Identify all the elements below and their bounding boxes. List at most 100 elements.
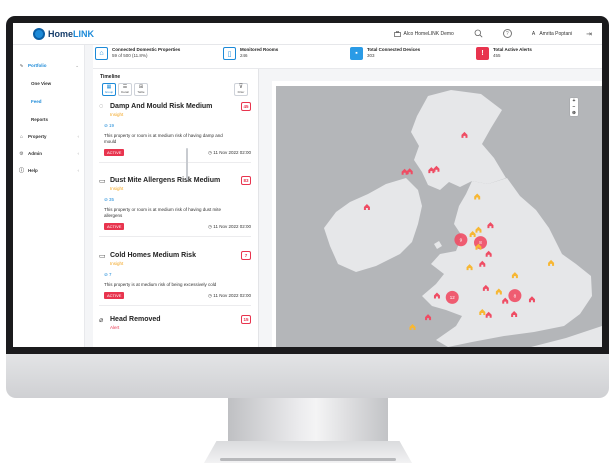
chevron-left-icon: ‹: [77, 168, 80, 173]
user-name: Amrita Poptani: [539, 30, 573, 37]
landmass-england-wales: [422, 178, 592, 347]
card-date-text: 11 Nov 2022 02:00: [213, 292, 251, 298]
map-panel: 9 8 12 8: [272, 81, 602, 347]
cluster-marker[interactable]: 8: [508, 289, 522, 303]
drop-icon: ◌: [99, 103, 104, 110]
warning-icon: !: [476, 47, 489, 60]
view-label: Group: [104, 90, 114, 94]
status-badge: ACTIVE: [104, 292, 125, 299]
app-screen: HomeLINK Alco HomeLINK Demo ? A Amrita P…: [13, 23, 602, 347]
sidebar-item-feed[interactable]: Feed: [13, 92, 84, 110]
chevron-left-icon: ‹: [77, 151, 80, 156]
stat-monitored-rooms[interactable]: ▯ Monitored Rooms 246: [223, 47, 278, 60]
stat-value: 303: [367, 53, 375, 58]
card-title: Cold Homes Medium Risk: [110, 252, 196, 259]
group-view-button[interactable]: ▦ Group: [102, 83, 116, 96]
sidebar-item-reports[interactable]: Reports: [13, 110, 84, 128]
alert-house-marker[interactable]: [401, 168, 408, 175]
stat-title: Total Active Alerts: [493, 47, 532, 52]
timeline-scrollbar[interactable]: [186, 148, 188, 180]
cluster-marker[interactable]: 12: [445, 290, 459, 304]
zoom-control: + − ⊕: [570, 98, 578, 116]
timeline-card[interactable]: ▭ Dust Mite Allergens Risk Medium 83 Ins…: [99, 176, 251, 237]
cluster-marker[interactable]: 9: [454, 233, 468, 247]
stats-bar: ⌂ Connected Domestic Properties 59 of 50…: [93, 45, 602, 69]
view-label: Detail: [121, 90, 129, 94]
detail-view-button[interactable]: ☰ Detail: [118, 83, 132, 96]
gear-icon: ⚙: [19, 150, 24, 157]
door-icon: ▯: [223, 47, 236, 60]
filter-label: Filter: [237, 90, 245, 94]
card-property-link[interactable]: ⊘ 7: [104, 272, 251, 278]
logo-link: LINK: [73, 28, 95, 39]
search-icon[interactable]: [474, 29, 483, 38]
house-icon: ⌂: [95, 47, 108, 60]
card-title: Damp And Mould Risk Medium: [110, 103, 213, 110]
card-count[interactable]: 7: [241, 251, 251, 260]
filter-button[interactable]: ⊽ Filter: [234, 83, 248, 96]
timeline-card[interactable]: ◌ Damp And Mould Risk Medium 45 Insight …: [99, 102, 251, 163]
alert-house-marker[interactable]: [425, 314, 432, 321]
card-type: Insight: [110, 186, 124, 191]
card-property-count: 19: [109, 123, 115, 128]
card-property-link[interactable]: ⊘ 19: [104, 123, 251, 129]
homelink-logo[interactable]: HomeLINK: [33, 27, 95, 40]
card-date: ◷ 11 Nov 2022 02:00: [208, 223, 251, 229]
card-count[interactable]: 15: [241, 315, 251, 324]
timeline-card[interactable]: ▭ Cold Homes Medium Risk 7 Insight ⊘ 7 T…: [99, 251, 251, 306]
card-date-text: 11 Nov 2022 02:00: [213, 149, 251, 155]
card-count[interactable]: 83: [241, 176, 251, 185]
sidebar-item-help[interactable]: ⓘ Help ‹: [13, 162, 84, 179]
stat-connected-devices[interactable]: ▪ Total Connected Devices 303: [350, 47, 420, 60]
card-description: This property or room is at medium risk …: [104, 133, 223, 144]
card-date: ◷ 11 Nov 2022 02:00: [208, 292, 251, 298]
chevron-down-icon: ⌄: [75, 62, 79, 68]
landmass-isle-of-man: [434, 241, 442, 249]
sidebar-item-property[interactable]: ⌂ Property ‹: [13, 128, 84, 145]
sidebar-item-label: Admin: [28, 151, 42, 156]
timeline-panel: Timeline ▦ Group ☰ Detail ⊞ Table ⊽ Filter ◌…: [93, 69, 259, 347]
stat-title: Total Connected Devices: [367, 47, 421, 52]
sidebar-item-admin[interactable]: ⚙ Admin ‹: [13, 145, 84, 162]
card-type: Insight: [110, 261, 124, 266]
cluster-count: 12: [450, 295, 456, 300]
bed-icon: ▭: [99, 177, 106, 185]
monitor-stand: [228, 398, 388, 444]
status-badge: ACTIVE: [104, 149, 125, 156]
logout-icon[interactable]: ⇥: [586, 30, 592, 38]
sidebar-item-label: Help: [28, 168, 38, 173]
stat-title: Monitored Rooms: [240, 47, 279, 52]
map-canvas[interactable]: 9812 8: [276, 86, 602, 347]
insight-house-marker[interactable]: [409, 323, 416, 330]
logo-home: Home: [48, 28, 74, 39]
device-icon: ▪: [350, 47, 363, 60]
sidebar-item-portfolio[interactable]: ∿ Portfolio ⌄: [13, 57, 84, 74]
organisation-selector[interactable]: Alco HomeLINK Demo: [393, 30, 454, 37]
stat-connected-properties[interactable]: ⌂ Connected Domestic Properties 59 of 50…: [95, 47, 180, 60]
sidebar-item-one-view[interactable]: One View: [13, 74, 84, 92]
timeline-card[interactable]: ⌀ Head Removed 15 Alert: [99, 315, 251, 330]
card-count[interactable]: 45: [241, 102, 251, 111]
landmass-scotland: [411, 90, 506, 190]
reset-view-button[interactable]: ⊕: [570, 110, 578, 116]
map[interactable]: 9 8 12 8: [276, 86, 602, 347]
monitor-foot-edge: [220, 458, 396, 461]
sidebar: ∿ Portfolio ⌄ One View Feed Reports ⌂ Pr…: [13, 45, 85, 347]
view-label: Table: [137, 90, 145, 94]
card-property-link[interactable]: ⊘ 35: [104, 197, 251, 203]
stat-value: 59 of 500 (11.8%): [112, 53, 148, 58]
stat-value: 246: [240, 53, 248, 58]
table-view-button[interactable]: ⊞ Table: [134, 83, 148, 96]
card-title: Dust Mite Allergens Risk Medium: [110, 177, 221, 184]
sidebar-item-label: Property: [28, 134, 47, 139]
logo-icon: [33, 27, 45, 40]
building-icon: [393, 30, 401, 37]
monitor-chin: [6, 354, 609, 398]
card-property-count: 35: [109, 197, 115, 202]
user-initial: A: [531, 30, 536, 37]
organisation-name: Alco HomeLINK Demo: [403, 30, 454, 37]
timeline-title: Timeline: [100, 74, 121, 80]
user-menu[interactable]: A Amrita Poptani: [532, 31, 572, 37]
help-icon[interactable]: ?: [502, 29, 512, 38]
stat-active-alerts[interactable]: ! Total Active Alerts 455: [476, 47, 532, 60]
